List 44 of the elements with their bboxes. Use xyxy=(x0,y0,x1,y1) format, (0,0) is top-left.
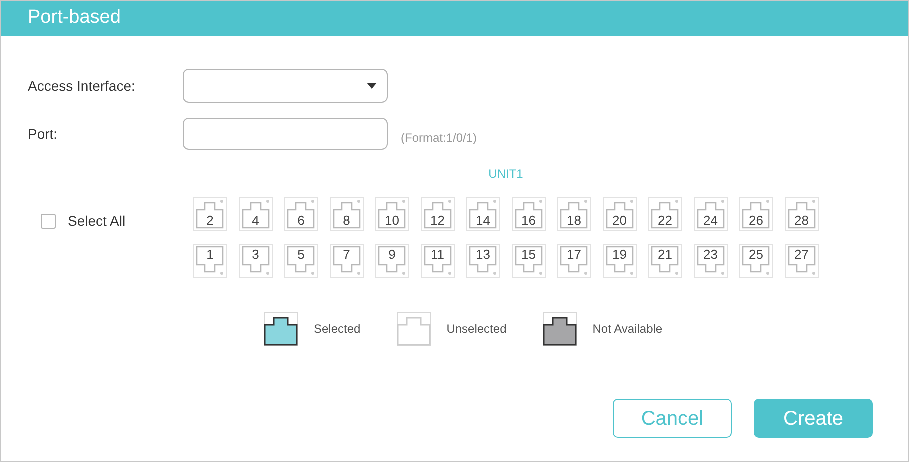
port-button[interactable]: 26 xyxy=(739,197,774,231)
port-button[interactable]: 24 xyxy=(694,197,728,231)
dialog-title: Port-based xyxy=(28,6,121,30)
port-button[interactable]: 10 xyxy=(375,197,410,231)
port-button[interactable]: 22 xyxy=(648,197,682,231)
port-button[interactable]: 17 xyxy=(557,244,592,278)
port-legend-icon xyxy=(542,312,577,346)
port-button[interactable]: 27 xyxy=(784,244,819,278)
port-button[interactable]: 1 xyxy=(193,244,228,278)
port-button[interactable]: 15 xyxy=(512,244,546,278)
port-button[interactable]: 21 xyxy=(648,244,682,278)
port-button[interactable]: 16 xyxy=(512,197,546,231)
port-button[interactable]: 2 xyxy=(193,197,228,231)
select-all-checkbox[interactable] xyxy=(41,214,56,229)
access-interface-dropdown[interactable] xyxy=(183,69,388,103)
port-button[interactable]: 3 xyxy=(238,244,273,278)
port-button[interactable]: 5 xyxy=(284,244,318,278)
port-button[interactable]: 7 xyxy=(330,244,364,278)
port-field[interactable] xyxy=(183,118,388,150)
port-button[interactable]: 9 xyxy=(375,244,410,278)
port-label: Port: xyxy=(28,124,59,144)
port-button[interactable]: 25 xyxy=(739,244,774,278)
access-interface-label: Access Interface: xyxy=(28,76,136,96)
port-button[interactable]: 8 xyxy=(330,197,364,231)
port-button[interactable]: 19 xyxy=(602,244,637,278)
unit-label: UNIT1 xyxy=(488,166,524,183)
port-button[interactable]: 20 xyxy=(602,197,637,231)
port-button[interactable]: 4 xyxy=(238,197,273,231)
port-button[interactable]: 14 xyxy=(466,197,500,231)
port-button[interactable]: 23 xyxy=(694,244,728,278)
port-legend-icon xyxy=(396,312,431,346)
caret-icon xyxy=(367,83,377,89)
port-button[interactable]: 12 xyxy=(420,197,455,231)
legend-label: Selected xyxy=(314,321,361,338)
port-button[interactable]: 18 xyxy=(557,197,592,231)
port-button[interactable]: 13 xyxy=(466,244,500,278)
port-format-hint: (Format:1/0/1) xyxy=(401,130,478,147)
port-button[interactable]: 28 xyxy=(784,197,819,231)
legend-label: Not Available xyxy=(592,321,663,338)
select-all-label: Select All xyxy=(68,212,126,231)
port-legend-icon xyxy=(264,312,298,346)
legend-label: Unselected xyxy=(446,321,507,338)
port-button[interactable]: 6 xyxy=(284,197,318,231)
port-button[interactable]: 11 xyxy=(420,244,455,278)
